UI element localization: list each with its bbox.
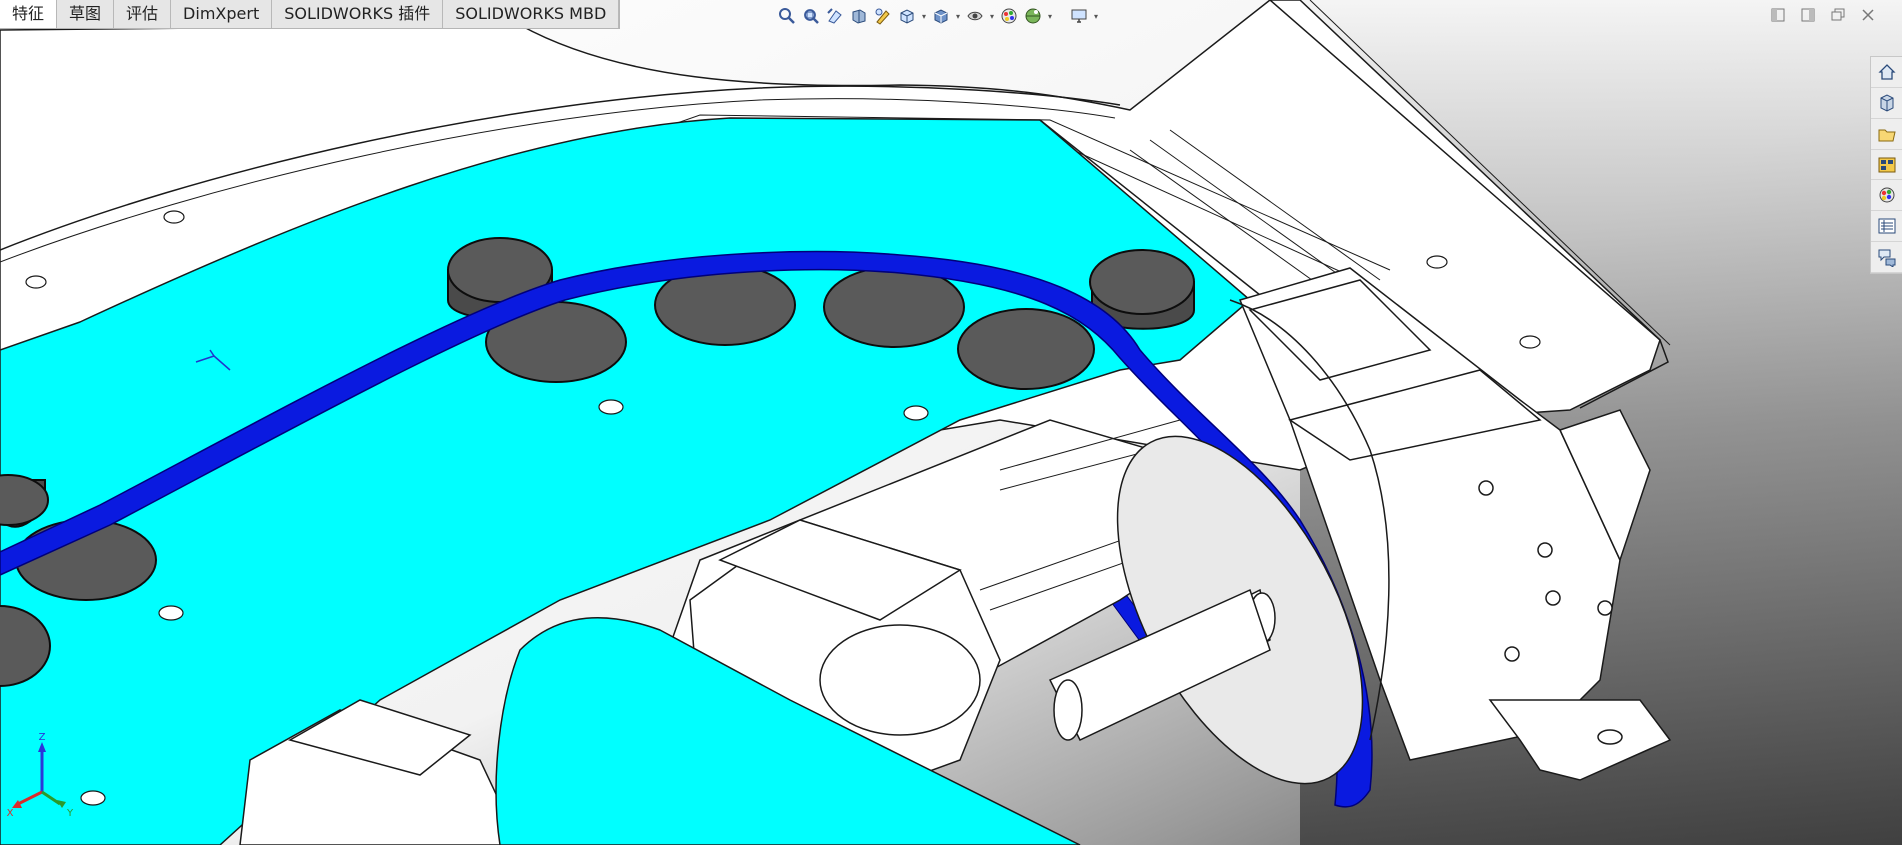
close-icon[interactable] bbox=[1858, 6, 1878, 24]
tab-solidworks-mbd[interactable]: SOLIDWORKS MBD bbox=[443, 0, 620, 28]
tab-evaluate[interactable]: 评估 bbox=[114, 0, 172, 28]
tab-dimxpert[interactable]: DimXpert bbox=[171, 0, 273, 28]
forum-icon[interactable] bbox=[1871, 242, 1902, 274]
zoom-to-area-icon[interactable] bbox=[800, 5, 822, 27]
zoom-to-fit-icon[interactable] bbox=[776, 5, 798, 27]
tile-right-icon[interactable] bbox=[1798, 6, 1818, 24]
y-axis-label: Y bbox=[66, 808, 74, 819]
command-manager-tabs: 特征 草图 评估 DimXpert SOLIDWORKS 插件 SOLIDWOR… bbox=[0, 0, 621, 29]
restore-icon[interactable] bbox=[1828, 6, 1848, 24]
view-settings-dropdown-icon[interactable]: ▾ bbox=[1092, 5, 1100, 27]
x-axis-label: X bbox=[7, 808, 14, 819]
z-axis-label: Z bbox=[39, 732, 46, 743]
tab-sketch[interactable]: 草图 bbox=[57, 0, 115, 28]
dynamic-annotation-view-icon[interactable] bbox=[872, 5, 894, 27]
appearances-scenes-icon[interactable] bbox=[1871, 180, 1902, 212]
apply-scene-dropdown-icon[interactable]: ▾ bbox=[1046, 5, 1054, 27]
hide-show-items-icon[interactable] bbox=[964, 5, 986, 27]
view-orientation-dropdown-icon[interactable]: ▾ bbox=[920, 5, 928, 27]
view-settings-icon[interactable] bbox=[1068, 5, 1090, 27]
tile-left-icon[interactable] bbox=[1768, 6, 1788, 24]
display-style-icon[interactable] bbox=[930, 5, 952, 27]
design-library-icon[interactable] bbox=[1871, 88, 1902, 119]
edit-appearance-icon[interactable] bbox=[998, 5, 1020, 27]
task-pane-tabs bbox=[1870, 56, 1902, 274]
view-palette-icon[interactable] bbox=[1871, 150, 1902, 181]
previous-view-icon[interactable] bbox=[824, 5, 846, 27]
heads-up-view-toolbar: ▾ ▾ ▾ ▾ ▾ bbox=[776, 3, 1100, 29]
y-axis bbox=[41, 790, 61, 806]
document-window-controls bbox=[1768, 6, 1878, 24]
apply-scene-icon[interactable] bbox=[1022, 5, 1044, 27]
custom-properties-icon[interactable] bbox=[1871, 211, 1902, 243]
tab-solidworks-addins[interactable]: SOLIDWORKS 插件 bbox=[272, 0, 444, 28]
display-style-dropdown-icon[interactable]: ▾ bbox=[954, 5, 962, 27]
graphics-area[interactable] bbox=[0, 0, 1902, 845]
file-explorer-icon[interactable] bbox=[1871, 119, 1902, 150]
tab-features[interactable]: 特征 bbox=[0, 0, 58, 28]
x-axis bbox=[17, 790, 43, 806]
section-view-icon[interactable] bbox=[848, 5, 870, 27]
hide-show-dropdown-icon[interactable]: ▾ bbox=[988, 5, 996, 27]
view-orientation-icon[interactable] bbox=[896, 5, 918, 27]
reference-triad[interactable]: Z X Y bbox=[2, 730, 82, 820]
solidworks-resources-icon[interactable] bbox=[1871, 57, 1902, 88]
